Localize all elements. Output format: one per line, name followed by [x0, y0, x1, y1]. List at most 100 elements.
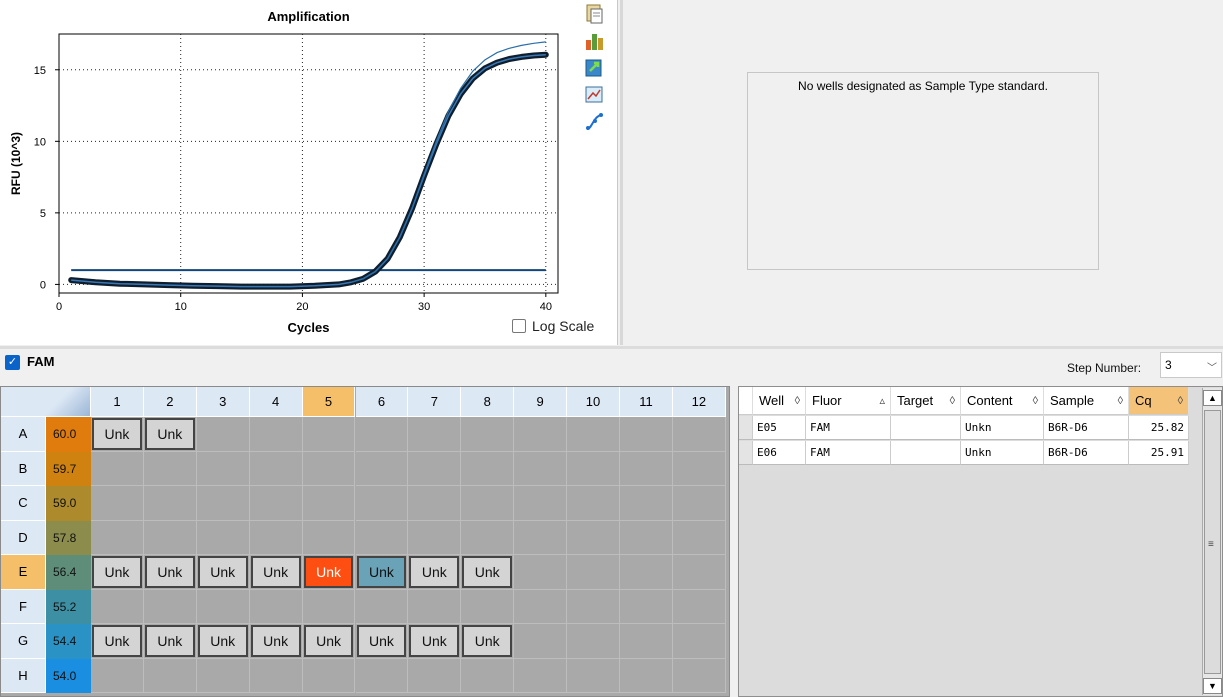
- plate-well-cell[interactable]: [408, 486, 462, 521]
- plate-well-cell[interactable]: [143, 451, 197, 486]
- table-cell-content[interactable]: Unkn: [961, 441, 1044, 465]
- plate-well-cell[interactable]: [514, 589, 568, 624]
- plate-well-cell[interactable]: [143, 589, 197, 624]
- table-cell-cq[interactable]: 25.91: [1129, 441, 1189, 465]
- plate-well-cell[interactable]: [355, 417, 409, 452]
- plate-well-cell[interactable]: [514, 451, 568, 486]
- plate-well-cell[interactable]: [672, 589, 726, 624]
- log-scale-box[interactable]: [512, 319, 526, 333]
- table-cell-well[interactable]: E06: [753, 441, 806, 465]
- plate-row-header-C[interactable]: C: [1, 486, 46, 521]
- column-header-well[interactable]: Well ◊: [753, 387, 806, 415]
- plate-well-cell[interactable]: [196, 589, 250, 624]
- plate-column-header-6[interactable]: 6: [355, 387, 409, 417]
- plate-well-cell[interactable]: [672, 486, 726, 521]
- plate-well-cell[interactable]: [91, 520, 144, 555]
- table-scrollbar[interactable]: ▲ ≡ ▼: [1202, 388, 1222, 695]
- plate-well-cell[interactable]: [302, 417, 356, 452]
- plate-well-cell[interactable]: [196, 520, 250, 555]
- plate-column-header-7[interactable]: 7: [408, 387, 462, 417]
- plate-well-cell[interactable]: [91, 589, 144, 624]
- plate-well-cell[interactable]: [355, 451, 409, 486]
- plate-well-cell[interactable]: [514, 486, 568, 521]
- plate-column-header-8[interactable]: 8: [461, 387, 515, 417]
- well-G5[interactable]: Unk: [303, 625, 354, 657]
- well-G2[interactable]: Unk: [144, 625, 195, 657]
- well-G8[interactable]: Unk: [462, 625, 513, 657]
- well-A2[interactable]: Unk: [144, 418, 195, 450]
- plate-well-cell[interactable]: [302, 589, 356, 624]
- column-header-sample[interactable]: Sample ◊: [1044, 387, 1129, 415]
- plate-well-cell[interactable]: [355, 520, 409, 555]
- plate-well-cell[interactable]: [408, 417, 462, 452]
- plate-well-cell[interactable]: [672, 624, 726, 659]
- sort-icon[interactable]: ◊: [1118, 395, 1123, 407]
- plate-column-header-4[interactable]: 4: [249, 387, 303, 417]
- well-E8[interactable]: Unk: [462, 556, 513, 588]
- plate-well-cell[interactable]: [355, 486, 409, 521]
- plate-well-cell[interactable]: [143, 486, 197, 521]
- plate-row-header-H[interactable]: H: [1, 658, 46, 693]
- sort-icon[interactable]: ▵: [879, 394, 885, 407]
- scroll-thumb[interactable]: ≡: [1204, 410, 1221, 674]
- sort-icon[interactable]: ◊: [795, 395, 800, 407]
- table-cell-well[interactable]: E05: [753, 416, 806, 440]
- plate-well-cell[interactable]: [620, 417, 673, 452]
- column-header-target[interactable]: Target ◊: [891, 387, 961, 415]
- plate-well-cell[interactable]: [514, 520, 568, 555]
- vertical-splitter[interactable]: [620, 0, 623, 345]
- table-cell-target[interactable]: [891, 416, 961, 440]
- plate-row-header-A[interactable]: A: [1, 417, 46, 452]
- plate-well-cell[interactable]: [620, 486, 673, 521]
- fam-checkbox[interactable]: ✓: [5, 355, 20, 370]
- well-E3[interactable]: Unk: [197, 556, 248, 588]
- plate-column-header-11[interactable]: 11: [620, 387, 673, 417]
- well-G1[interactable]: Unk: [92, 625, 142, 657]
- plate-well-cell[interactable]: [567, 451, 620, 486]
- plate-well-cell[interactable]: [249, 451, 303, 486]
- plate-well-cell[interactable]: [567, 417, 620, 452]
- plate-well-cell[interactable]: [302, 520, 356, 555]
- row-selector-header[interactable]: [739, 387, 753, 415]
- plate-well-cell[interactable]: [302, 658, 356, 693]
- plate-column-header-1[interactable]: 1: [91, 387, 144, 417]
- column-header-fluor[interactable]: Fluor ▵: [806, 387, 891, 415]
- scroll-down-button[interactable]: ▼: [1203, 678, 1222, 694]
- well-A1[interactable]: Unk: [92, 418, 142, 450]
- plate-well-cell[interactable]: [196, 417, 250, 452]
- graph-settings-icon[interactable]: [582, 83, 606, 107]
- plate-column-header-2[interactable]: 2: [143, 387, 197, 417]
- table-cell-cq[interactable]: 25.82: [1129, 416, 1189, 440]
- plate-well-cell[interactable]: [355, 589, 409, 624]
- plate-well-cell[interactable]: [672, 520, 726, 555]
- plate-well-cell[interactable]: [514, 555, 568, 590]
- plate-well-cell[interactable]: [408, 520, 462, 555]
- table-cell-fluor[interactable]: FAM: [806, 441, 891, 465]
- plate-row-header-E[interactable]: E: [1, 555, 46, 590]
- plate-well-cell[interactable]: [672, 417, 726, 452]
- plate-well-cell[interactable]: [461, 589, 515, 624]
- plate-well-cell[interactable]: [567, 589, 620, 624]
- chart-options-icon[interactable]: [582, 29, 606, 53]
- curve-fit-icon[interactable]: [582, 110, 606, 134]
- plate-well-cell[interactable]: [91, 451, 144, 486]
- plate-well-cell[interactable]: [567, 520, 620, 555]
- sort-icon[interactable]: ◊: [1033, 395, 1038, 407]
- copy-icon[interactable]: [582, 2, 606, 26]
- sort-icon[interactable]: ◊: [950, 395, 955, 407]
- plate-well-cell[interactable]: [620, 451, 673, 486]
- row-selector[interactable]: [739, 416, 753, 440]
- table-cell-sample[interactable]: B6R-D6: [1044, 416, 1129, 440]
- plate-well-cell[interactable]: [91, 658, 144, 693]
- plate-well-cell[interactable]: [567, 555, 620, 590]
- well-E1[interactable]: Unk: [92, 556, 142, 588]
- table-cell-fluor[interactable]: FAM: [806, 416, 891, 440]
- plate-well-cell[interactable]: [143, 520, 197, 555]
- plate-well-cell[interactable]: [672, 451, 726, 486]
- plate-well-cell[interactable]: [461, 417, 515, 452]
- plate-well-cell[interactable]: [249, 486, 303, 521]
- plate-well-cell[interactable]: [302, 451, 356, 486]
- plate-column-header-5[interactable]: 5: [302, 387, 356, 417]
- well-E6[interactable]: Unk: [356, 556, 407, 588]
- plate-well-cell[interactable]: [567, 486, 620, 521]
